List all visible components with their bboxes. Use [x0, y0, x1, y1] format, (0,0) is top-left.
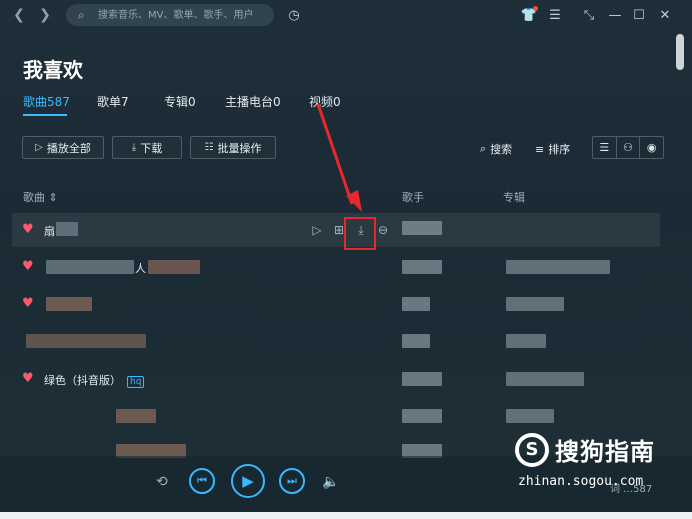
watermark-brand: 搜狗指南	[555, 438, 655, 466]
minimize-icon[interactable]: —	[606, 6, 624, 24]
sogou-logo-icon: S	[515, 432, 549, 467]
table-row[interactable]: ♥ 扇 ▷ ⊞ ⤓ ⊖	[12, 213, 660, 247]
previous-icon: ⏮	[197, 474, 207, 487]
play-icon: ▷	[35, 142, 43, 153]
blurred-text	[26, 334, 146, 348]
table-row[interactable]	[12, 399, 660, 433]
column-song[interactable]: 歌曲 ⇕	[23, 189, 58, 205]
scrollbar-thumb[interactable]	[676, 34, 684, 70]
blurred-text	[46, 260, 134, 274]
search-list-label: 搜索	[490, 143, 513, 156]
close-icon[interactable]: ✕	[656, 6, 674, 24]
maximize-icon[interactable]: ☐	[630, 6, 648, 24]
heart-icon[interactable]: ♥	[22, 297, 36, 311]
sort-label: 排序	[548, 143, 571, 156]
tab-videos[interactable]: 视频0	[309, 93, 341, 110]
tab-radio[interactable]: 主播电台0	[225, 93, 281, 110]
search-icon: ⌕	[78, 7, 85, 22]
search-box[interactable]: ⌕	[66, 4, 274, 26]
skin-shirt-icon[interactable]: 👕	[520, 6, 538, 24]
play-all-button[interactable]: ▷ 播放全部	[22, 136, 104, 159]
blurred-album	[506, 409, 554, 423]
play-all-label: 播放全部	[46, 141, 91, 155]
active-tab-underline	[23, 114, 67, 116]
column-song-label: 歌曲	[23, 191, 45, 204]
title-bar: ❮ ❯ ⌕ ◷ 👕 ☰ ⤡ — ☐ ✕	[0, 0, 692, 30]
artist-view-icon[interactable]: ⚇	[617, 137, 641, 158]
listen-recognize-icon[interactable]: ◷	[285, 6, 303, 24]
back-icon[interactable]: ❮	[10, 6, 28, 24]
blurred-artist	[402, 372, 442, 386]
download-highlight-box	[344, 217, 376, 250]
song-title: 人	[135, 262, 146, 275]
column-artist[interactable]: 歌手	[402, 189, 424, 205]
sort-arrows-icon: ⇕	[48, 191, 58, 204]
heart-icon[interactable]: ♥	[22, 260, 36, 274]
watermark-url: zhinan.sogou.com	[518, 474, 644, 489]
blurred-album	[506, 372, 584, 386]
search-icon: ⌕	[480, 142, 487, 155]
previous-button[interactable]: ⏮	[189, 468, 215, 494]
batch-label: 批量操作	[217, 141, 262, 155]
tab-songs[interactable]: 歌曲587	[23, 93, 70, 110]
forward-icon[interactable]: ❯	[36, 6, 54, 24]
tab-albums[interactable]: 专辑0	[164, 93, 196, 110]
search-input[interactable]	[96, 8, 270, 22]
blurred-album	[506, 297, 564, 311]
blurred-text	[116, 409, 156, 423]
download-icon: ⤓	[131, 142, 137, 153]
arrow-shaft	[316, 103, 354, 205]
table-row[interactable]: ♥	[12, 287, 660, 321]
table-row[interactable]: ♥ 绿色（抖音版） hq	[12, 362, 660, 396]
batch-list-icon: ☷	[204, 142, 214, 153]
heart-icon[interactable]: ♥	[22, 372, 36, 386]
batch-operation-button[interactable]: ☷ 批量操作	[190, 136, 276, 159]
loop-mode-icon[interactable]: ⟲	[156, 474, 168, 490]
app-window: ❮ ❯ ⌕ ◷ 👕 ☰ ⤡ — ☐ ✕ 我喜欢 歌曲587 歌单7 专辑0 主播…	[0, 0, 692, 519]
list-view-icon[interactable]: ☰	[593, 137, 617, 158]
search-list-button[interactable]: ⌕ 搜索	[480, 141, 512, 157]
play-pause-button[interactable]: ▶	[231, 464, 265, 498]
next-icon: ⏭	[287, 474, 297, 487]
play-icon: ▶	[242, 472, 254, 490]
mini-mode-icon[interactable]: ⤡	[580, 6, 598, 24]
table-row[interactable]: ♥ 人	[12, 250, 660, 284]
table-row[interactable]	[12, 324, 660, 358]
next-button[interactable]: ⏭	[279, 468, 305, 494]
more-icon[interactable]: ⊖	[374, 222, 392, 238]
volume-icon[interactable]: 🔈	[322, 474, 339, 490]
view-mode-group: ☰ ⚇ ◉	[592, 136, 664, 159]
blurred-album	[506, 260, 610, 274]
blurred-artist	[402, 334, 430, 348]
album-view-icon[interactable]: ◉	[640, 137, 663, 158]
blurred-album	[506, 334, 546, 348]
sort-button[interactable]: ≡ 排序	[535, 141, 570, 157]
page-title: 我喜欢	[23, 58, 83, 82]
heart-icon[interactable]: ♥	[22, 223, 36, 237]
blurred-artist	[402, 260, 442, 274]
download-label: 下载	[140, 141, 163, 155]
column-album[interactable]: 专辑	[503, 189, 525, 205]
quality-tag: hq	[127, 376, 145, 388]
blurred-artist	[402, 409, 442, 423]
notification-dot	[533, 6, 538, 11]
blurred-artist	[402, 297, 430, 311]
blurred-text	[46, 297, 92, 311]
blurred-text	[56, 222, 78, 236]
tab-playlists[interactable]: 歌单7	[97, 93, 129, 110]
watermark: S 搜狗指南	[515, 432, 655, 467]
arrow-head	[346, 190, 362, 212]
sort-icon: ≡	[535, 142, 545, 156]
blurred-artist	[402, 221, 442, 235]
song-title: 扇	[44, 225, 55, 238]
menu-icon[interactable]: ☰	[546, 6, 564, 24]
song-title: 绿色（抖音版） hq	[44, 372, 145, 388]
bottom-strip	[0, 512, 692, 519]
song-title-text: 绿色（抖音版）	[44, 374, 121, 387]
blurred-text	[148, 260, 200, 274]
play-icon[interactable]: ▷	[308, 222, 326, 238]
download-button[interactable]: ⤓ 下载	[112, 136, 182, 159]
